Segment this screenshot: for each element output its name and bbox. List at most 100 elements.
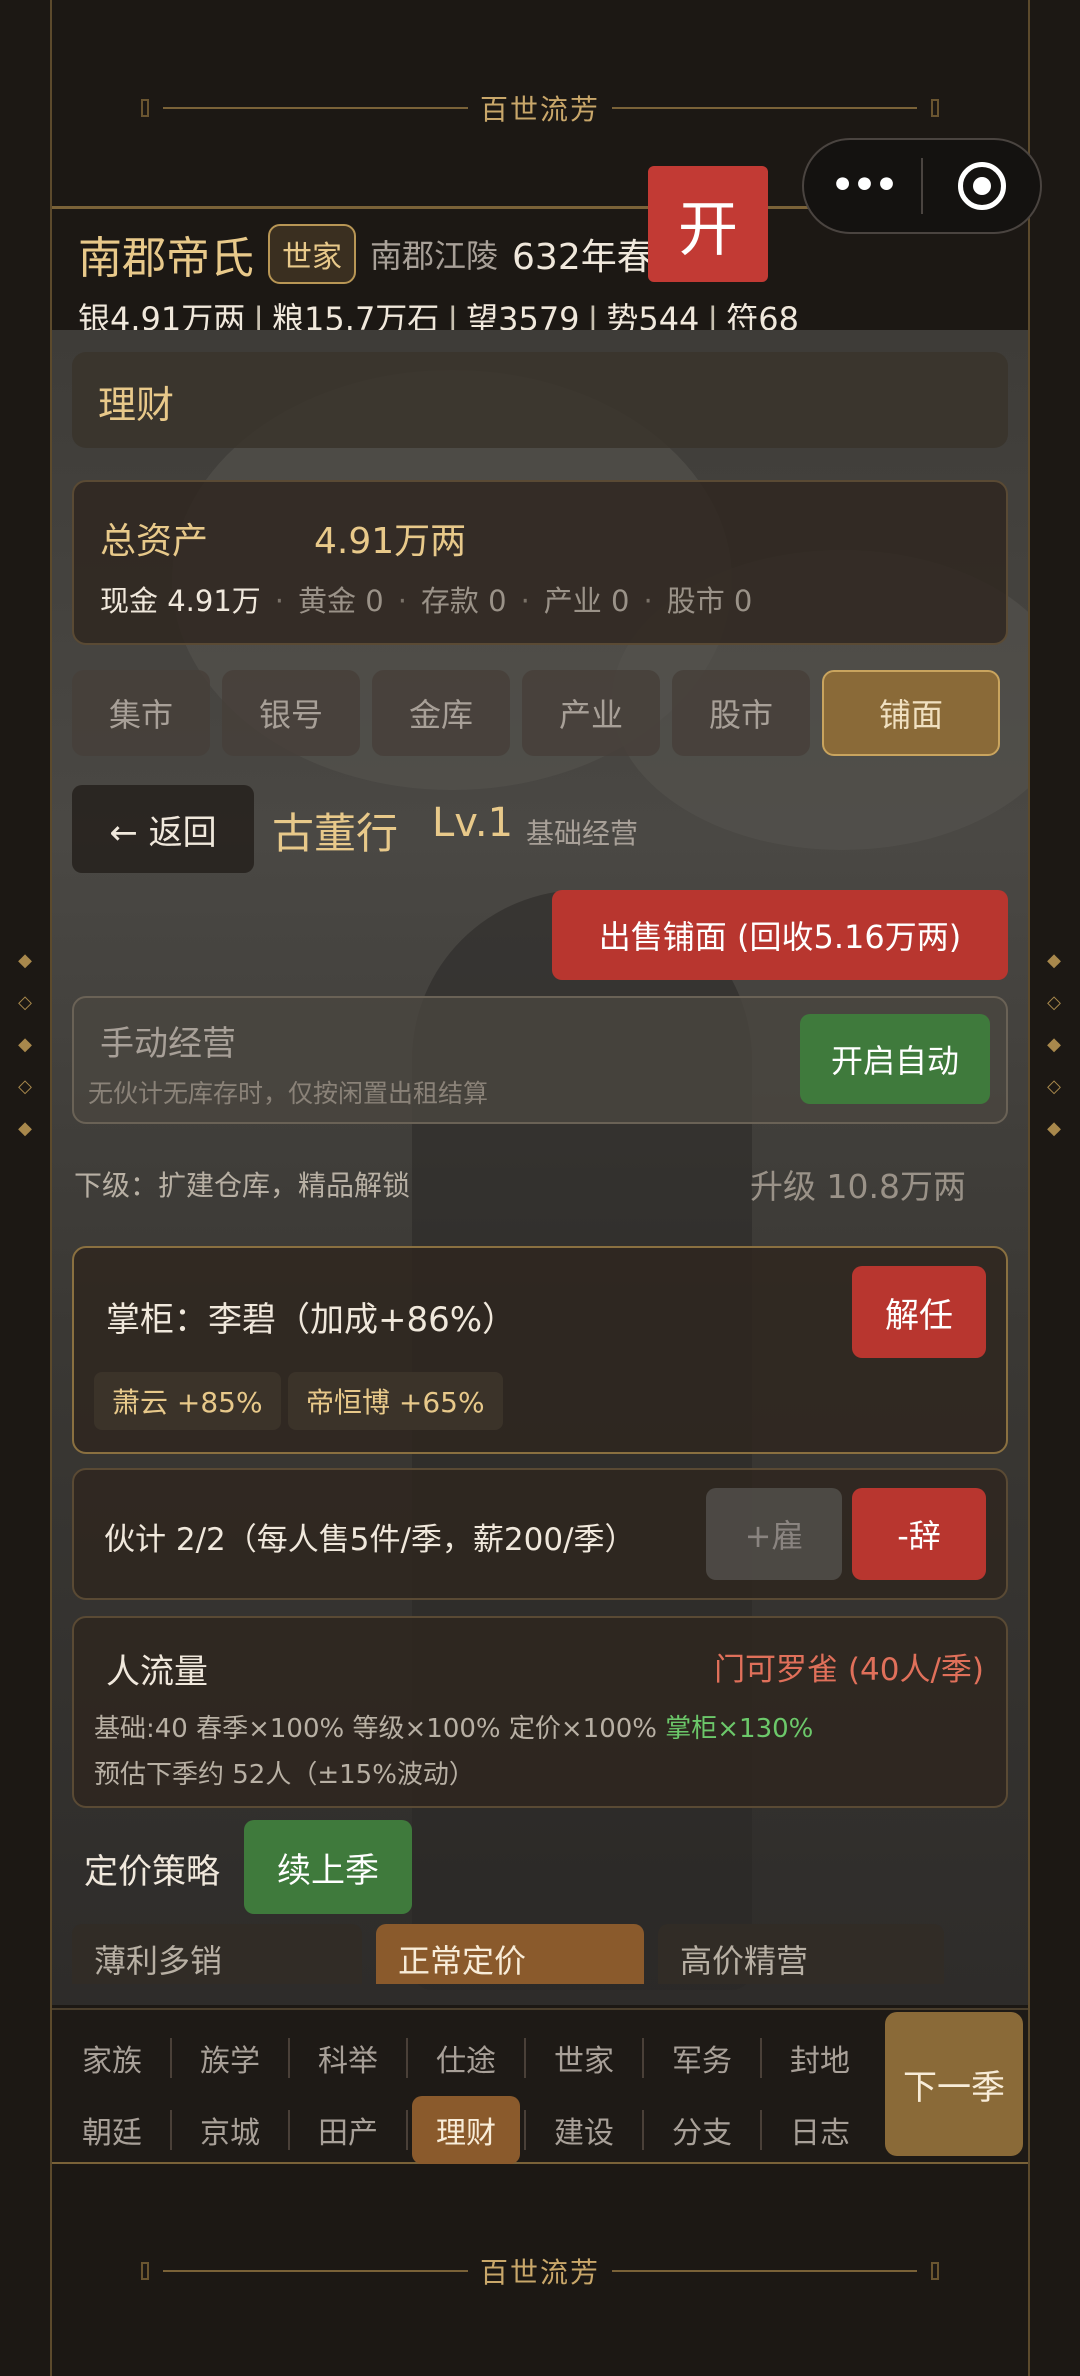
clan-header: 南郡帝氏 世家 南郡江陵 632年春: [78, 222, 653, 286]
nav-branch[interactable]: 分支: [652, 2100, 752, 2160]
tab-shops[interactable]: 铺面: [822, 670, 1000, 756]
dot-separator: ·: [643, 584, 653, 618]
nav-divider: [642, 2038, 644, 2078]
nav-construction[interactable]: 建设: [534, 2100, 634, 2160]
upgrade-button[interactable]: 升级 10.8万两: [750, 1160, 966, 1208]
banner-line-left: [162, 2269, 468, 2272]
nav-divider: [760, 2110, 762, 2150]
finance-tabs: 集市 银号 金库 产业 股市 铺面: [72, 670, 1008, 756]
side-diamond-icon: ◆ ◇ ◆ ◇ ◆: [1047, 950, 1061, 1139]
section-title-bar: 理财: [72, 352, 1008, 448]
sell-shop-button[interactable]: 出售铺面 (回收5.16万两): [552, 890, 1008, 980]
asset-breakdown: 现金 4.91万 · 黄金 0 · 存款 0 · 产业 0 · 股市 0: [100, 578, 752, 620]
total-assets-value: 4.91万两: [314, 521, 467, 562]
manual-mode-title: 手动经营: [100, 1024, 236, 1064]
pricing-option-normal[interactable]: 正常定价: [376, 1924, 644, 1984]
section-title: 理财: [98, 383, 175, 427]
manager-candidate[interactable]: 萧云 +85%: [94, 1372, 281, 1430]
shop-type: 基础经营: [526, 817, 639, 850]
bottom-nav: 家族 族学 科举 仕途 世家 军务 封地 朝廷 京城 田产 理财 建设 分支 日…: [52, 2008, 1028, 2164]
nav-capital[interactable]: 京城: [180, 2100, 280, 2160]
nav-clans[interactable]: 世家: [534, 2028, 634, 2088]
nav-divider: [170, 2038, 172, 2078]
clan-name: 南郡帝氏: [78, 233, 254, 284]
nav-military[interactable]: 军务: [652, 2028, 752, 2088]
nav-divider: [288, 2038, 290, 2078]
banner-line-right: [612, 106, 917, 109]
traffic-card: 人流量 门可罗雀 (40人/季) 基础:40 春季×100% 等级×100% 定…: [72, 1616, 1008, 1808]
manager-title: 掌柜：李碧（加成+86%）: [106, 1300, 517, 1340]
traffic-title: 人流量: [106, 1652, 208, 1692]
traffic-factors: 基础:40 春季×100% 等级×100% 定价×100% 掌柜×130%: [94, 1708, 813, 1745]
pricing-label: 定价策略: [84, 1852, 220, 1892]
traffic-manager-factor: 掌柜×130%: [665, 1714, 814, 1744]
target-icon: [957, 162, 1006, 210]
traffic-estimate: 预估下季约 52人（±15%波动）: [94, 1760, 475, 1790]
next-level-info: 下级：扩建仓库，精品解锁: [74, 1169, 411, 1202]
tab-market[interactable]: 集市: [72, 670, 210, 756]
deposit-value: 存款 0: [420, 584, 507, 618]
banner-cap-right: [931, 2261, 939, 2280]
nav-school[interactable]: 族学: [180, 2028, 280, 2088]
gold-value: 黄金 0: [298, 584, 384, 618]
cash-value: 现金 4.91万: [100, 584, 261, 618]
nav-family[interactable]: 家族: [62, 2028, 162, 2088]
nav-divider: [406, 2038, 408, 2078]
nav-farmland[interactable]: 田产: [298, 2100, 398, 2160]
side-diamond-icon: ◆ ◇ ◆ ◇ ◆: [18, 950, 32, 1139]
total-assets-label: 总资产: [100, 521, 209, 562]
location: 南郡江陵: [370, 237, 499, 275]
manual-mode-desc: 无伙计无库存时，仅按闲置出租结算: [88, 1079, 489, 1108]
traffic-status: 门可罗雀 (40人/季): [714, 1652, 984, 1688]
stock-value: 股市 0: [666, 584, 753, 618]
assets-card: 总资产 4.91万两 现金 4.91万 · 黄金 0 · 存款 0 · 产业 0 · 股市 0: [72, 480, 1008, 645]
tab-industry[interactable]: 产业: [522, 670, 660, 756]
nav-divider: [406, 2110, 408, 2150]
shop-name: 古董行: [272, 809, 399, 858]
tab-treasury[interactable]: 金库: [372, 670, 510, 756]
nav-divider: [524, 2110, 526, 2150]
rank-badge: 世家: [268, 224, 356, 284]
next-season-button[interactable]: 下一季: [885, 2012, 1023, 2156]
traffic-base-factors: 基础:40 春季×100% 等级×100% 定价×100%: [94, 1714, 657, 1744]
nav-divider: [288, 2110, 290, 2150]
pricing-option-high[interactable]: 高价精营: [658, 1924, 944, 1984]
nav-divider: [760, 2038, 762, 2078]
hire-staff-button[interactable]: +雇: [706, 1488, 842, 1580]
staff-title: 伙计 2/2（每人售5件/季，薪200/季）: [104, 1522, 636, 1558]
nav-divider: [170, 2110, 172, 2150]
tab-stock[interactable]: 股市: [672, 670, 810, 756]
nav-finance[interactable]: 理财: [412, 2096, 520, 2164]
banner-line-left: [162, 106, 468, 109]
year-season: 632年春: [512, 237, 653, 278]
banner-title: 百世流芳: [479, 2255, 600, 2289]
more-menu-icon[interactable]: •••: [804, 164, 921, 208]
nav-fief[interactable]: 封地: [770, 2028, 870, 2088]
renew-last-season-button[interactable]: 续上季: [244, 1820, 412, 1914]
manager-candidate[interactable]: 帝恒博 +65%: [288, 1372, 503, 1430]
tab-bank[interactable]: 银号: [222, 670, 360, 756]
nav-log[interactable]: 日志: [770, 2100, 870, 2160]
banner-cap-left: [140, 98, 149, 117]
shop-level: Lv.1: [432, 800, 514, 846]
pricing-option-low[interactable]: 薄利多销: [72, 1924, 362, 1984]
dot-separator: ·: [520, 584, 530, 618]
close-miniprogram-button[interactable]: [923, 162, 1040, 210]
enable-auto-button[interactable]: 开启自动: [800, 1014, 990, 1104]
industry-value: 产业 0: [543, 584, 630, 618]
nav-court[interactable]: 朝廷: [62, 2100, 162, 2160]
nav-divider: [524, 2038, 526, 2078]
open-button[interactable]: 开: [648, 166, 768, 282]
fire-staff-button[interactable]: -辞: [852, 1488, 986, 1580]
banner-title: 百世流芳: [479, 92, 600, 126]
banner-cap-right: [931, 98, 939, 117]
nav-divider: [642, 2110, 644, 2150]
dot-separator: ·: [397, 584, 407, 618]
nav-career[interactable]: 仕途: [416, 2028, 516, 2088]
back-button[interactable]: ← 返回: [72, 785, 254, 873]
banner-line-right: [612, 2269, 917, 2272]
nav-exam[interactable]: 科举: [298, 2028, 398, 2088]
banner-cap-left: [140, 2261, 149, 2280]
bottom-banner: 百世流芳: [52, 2218, 1028, 2323]
dismiss-manager-button[interactable]: 解任: [852, 1266, 986, 1358]
